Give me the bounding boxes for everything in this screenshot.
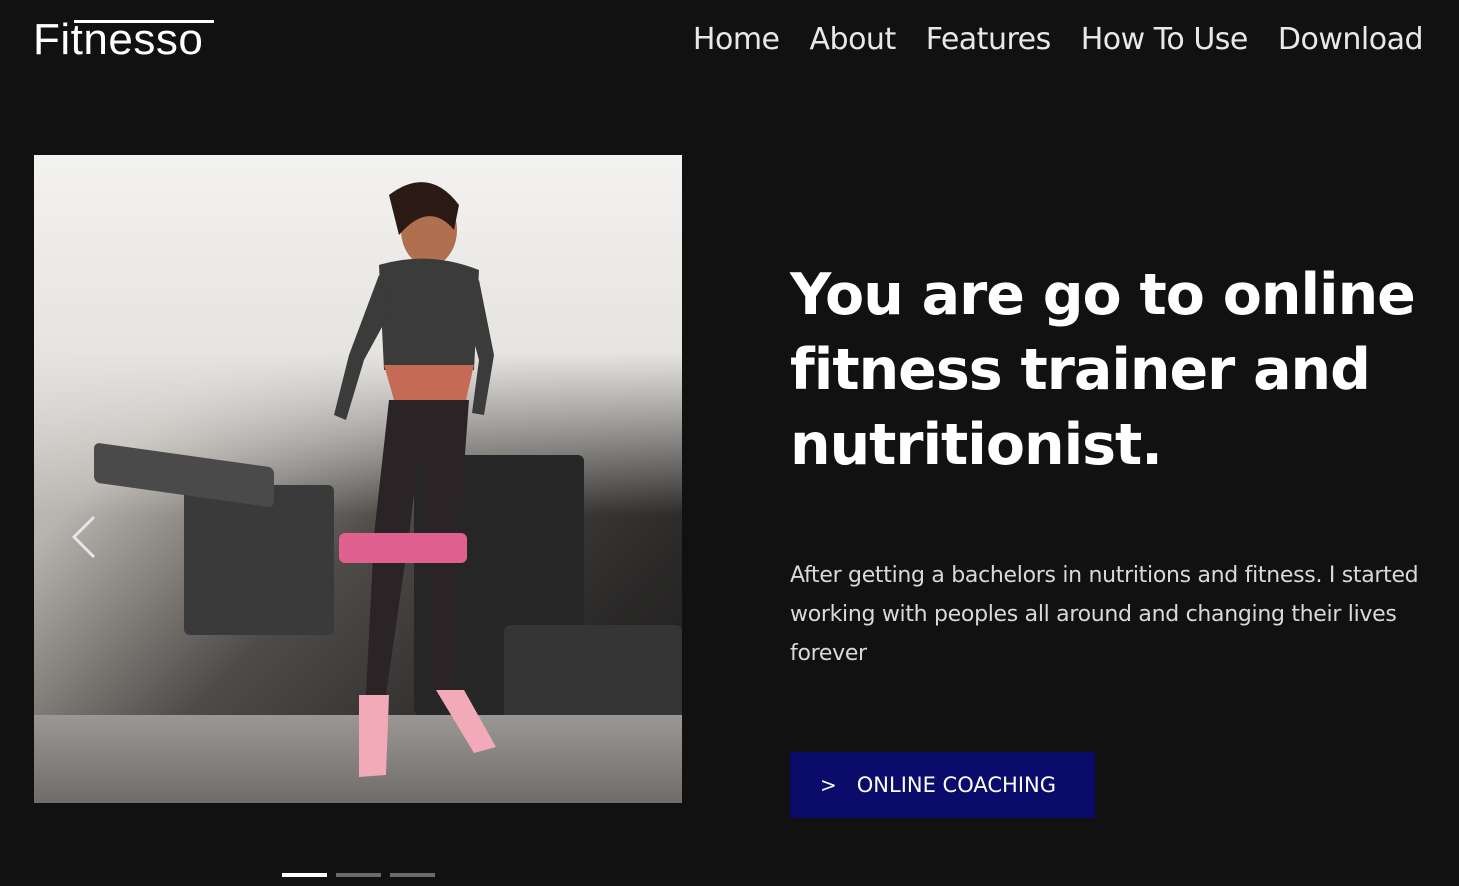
nav-download[interactable]: Download (1278, 20, 1424, 60)
main-nav: Home About Features How To Use Download (693, 20, 1424, 60)
site-header: Fitnesso Home About Features How To Use … (0, 0, 1459, 80)
carousel-indicator-1[interactable] (282, 873, 327, 877)
carousel-indicators (282, 873, 435, 877)
nav-features[interactable]: Features (926, 20, 1052, 60)
carousel-indicator-2[interactable] (336, 873, 381, 877)
chevron-right-icon: > (820, 773, 837, 797)
hero-image-carousel (34, 155, 682, 803)
carousel-prev-button[interactable] (70, 515, 100, 559)
page: Fitnesso Home About Features How To Use … (0, 0, 1459, 886)
nav-how-to-use[interactable]: How To Use (1081, 20, 1249, 60)
nav-about[interactable]: About (810, 20, 897, 60)
brand-logo[interactable]: Fitnesso (33, 14, 203, 66)
hero-title: You are go to online fitness trainer and… (790, 262, 1416, 478)
carousel-indicator-3[interactable] (390, 873, 435, 877)
trainer-figure (334, 182, 496, 777)
online-coaching-button[interactable]: > ONLINE COACHING (790, 752, 1095, 818)
cta-label: ONLINE COACHING (856, 773, 1056, 797)
hero-description: After getting a bachelors in nutritions … (790, 563, 1419, 666)
chevron-left-icon (71, 515, 96, 559)
nav-home[interactable]: Home (693, 20, 780, 60)
